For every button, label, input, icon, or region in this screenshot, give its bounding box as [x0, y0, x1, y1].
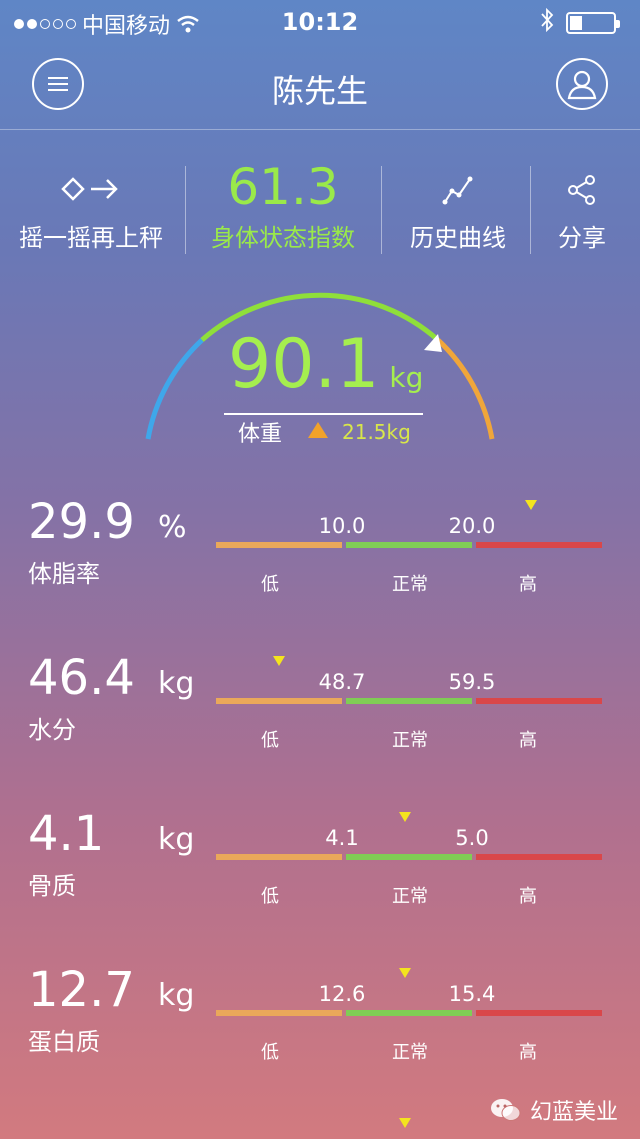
metric-marker: [525, 500, 537, 510]
share-icon: [568, 175, 595, 205]
bar-normal: [346, 854, 472, 860]
status-bar: 中国移动 10:12: [0, 0, 640, 44]
bar-low: [216, 1010, 342, 1016]
threshold-low: 48.7: [318, 670, 366, 694]
zone-label-high: 高: [519, 574, 537, 595]
metric-body-fat[interactable]: 29.9 % 体脂率 10.0 20.0 低 正常 高: [0, 496, 640, 646]
bar-high: [476, 542, 602, 548]
zone-label-normal: 正常: [392, 730, 428, 751]
metric-name: 蛋白质: [28, 1028, 100, 1056]
metric-unit: kg: [158, 822, 195, 857]
body-score-value: 61.3: [227, 158, 339, 216]
metric-protein[interactable]: 12.7 kg 蛋白质 12.6 15.4 低 正常 高: [0, 964, 640, 1114]
history-button[interactable]: 历史曲线: [392, 160, 524, 260]
threshold-high: 20.0: [448, 514, 496, 538]
divider: [530, 166, 531, 254]
history-label: 历史曲线: [410, 224, 506, 252]
watermark: 幻蓝美业: [490, 1094, 618, 1126]
bar-high: [476, 1010, 602, 1016]
metric-bone[interactable]: 4.1 kg 骨质 4.1 5.0 低 正常 高: [0, 808, 640, 958]
shake-icon: [61, 177, 118, 201]
zone-label-low: 低: [261, 886, 279, 907]
threshold-low: 4.1: [325, 826, 359, 850]
metric-unit: kg: [158, 978, 195, 1013]
body-score-label: 身体状态指数: [211, 224, 355, 252]
page-title: 陈先生: [271, 72, 368, 110]
bar-normal: [346, 698, 472, 704]
battery-icon: [566, 12, 620, 34]
bar-high: [476, 854, 602, 860]
metric-unit: %: [158, 510, 187, 545]
metric-marker: [273, 656, 285, 666]
user-icon: [567, 70, 597, 100]
bluetooth-icon: [540, 7, 554, 39]
action-row: 摇一摇再上秤 61.3 身体状态指数 历史曲线 分享: [0, 158, 640, 260]
metric-name: 体脂率: [28, 560, 100, 588]
watermark-text: 幻蓝美业: [529, 1100, 618, 1125]
weight-unit: kg: [389, 361, 424, 394]
bar-low: [216, 698, 342, 704]
wechat-icon: [490, 1099, 521, 1121]
divider: [381, 166, 382, 254]
threshold-high: 5.0: [455, 826, 489, 850]
weight-display: 90.1 kg: [224, 330, 424, 415]
metric-water[interactable]: 46.4 kg 水分 48.7 59.5 低 正常 高: [0, 652, 640, 802]
bar-low: [216, 854, 342, 860]
weight-label: 体重: [238, 422, 283, 447]
metric-value: 4.1: [28, 806, 105, 862]
bar-normal: [346, 1010, 472, 1016]
zone-label-normal: 正常: [392, 1042, 428, 1063]
bar-high: [476, 698, 602, 704]
zone-label-high: 高: [519, 886, 537, 907]
zone-label-low: 低: [261, 574, 279, 595]
metric-marker: [399, 812, 411, 822]
threshold-low: 12.6: [318, 982, 366, 1006]
share-button[interactable]: 分享: [540, 160, 624, 260]
metric-value: 12.7: [28, 962, 135, 1018]
zone-label-normal: 正常: [392, 574, 428, 595]
metric-name: 水分: [28, 716, 76, 744]
body-score-button[interactable]: 61.3 身体状态指数: [190, 158, 376, 260]
metric-marker: [399, 968, 411, 978]
divider: [185, 166, 186, 254]
reweigh-label: 摇一摇再上秤: [19, 224, 163, 252]
bar-normal: [346, 542, 472, 548]
threshold-low: 10.0: [318, 514, 366, 538]
metric-unit: kg: [158, 666, 195, 701]
threshold-high: 59.5: [448, 670, 496, 694]
zone-label-low: 低: [261, 730, 279, 751]
metric-marker: [399, 1118, 411, 1128]
app-header: 陈先生: [0, 44, 640, 130]
threshold-high: 15.4: [448, 982, 496, 1006]
gauge-arc-low: [145, 338, 204, 440]
zone-label-normal: 正常: [392, 886, 428, 907]
bar-low: [216, 542, 342, 548]
profile-button[interactable]: [556, 58, 608, 110]
weight-value: 90.1: [228, 325, 380, 404]
reweigh-button[interactable]: 摇一摇再上秤: [10, 160, 172, 260]
zone-label-high: 高: [519, 730, 537, 751]
zone-label-low: 低: [261, 1042, 279, 1063]
metric-name: 骨质: [28, 872, 76, 900]
gauge-arc-high: [436, 338, 495, 440]
weight-change: 21.5kg: [342, 420, 411, 444]
share-label: 分享: [558, 224, 606, 252]
weight-change-up-icon: [308, 422, 328, 438]
zone-label-high: 高: [519, 1042, 537, 1063]
metric-value: 29.9: [28, 494, 135, 550]
trend-line-icon: [442, 176, 473, 205]
metric-value: 46.4: [28, 650, 135, 706]
